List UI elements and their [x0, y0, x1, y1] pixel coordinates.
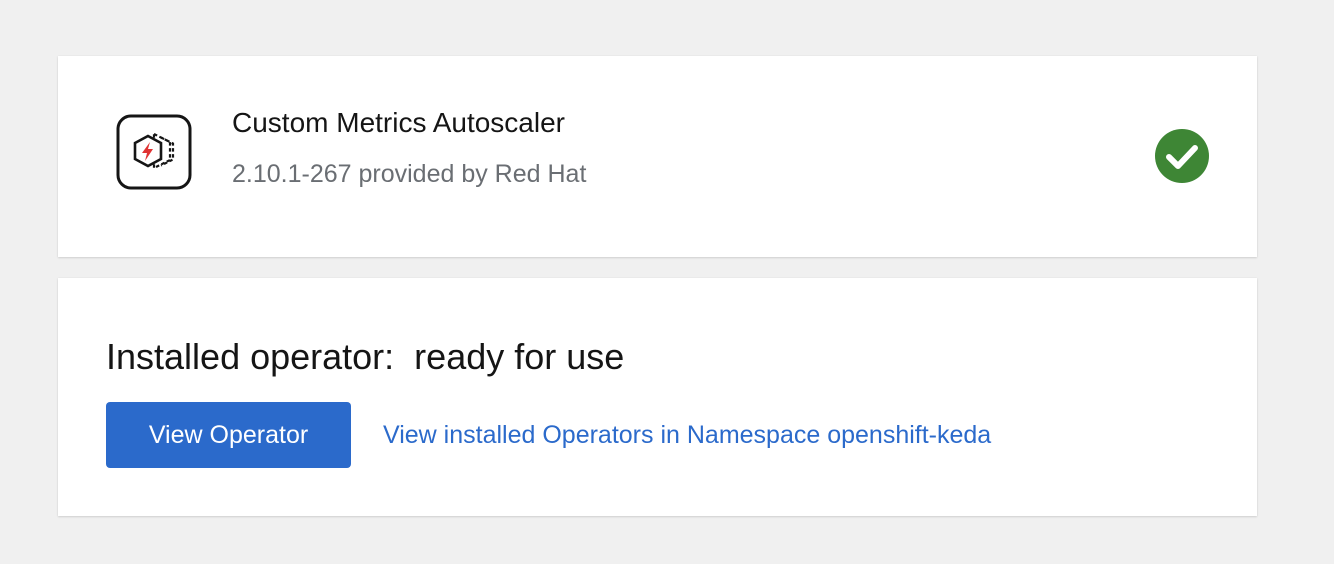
- check-circle-icon: [1154, 128, 1210, 184]
- operator-name: Custom Metrics Autoscaler: [232, 107, 565, 138]
- operator-provider: 2.10.1-267 provided by Red Hat: [232, 160, 587, 188]
- install-status-card: Installed operator: ready for use View O…: [58, 278, 1257, 516]
- view-namespace-operators-link[interactable]: View installed Operators in Namespace op…: [383, 417, 991, 453]
- operator-logo-icon: [116, 114, 192, 190]
- view-operator-button[interactable]: View Operator: [106, 402, 351, 468]
- install-status-title: Installed operator: ready for use: [106, 336, 625, 377]
- operator-card: Custom Metrics Autoscaler 2.10.1-267 pro…: [58, 56, 1257, 257]
